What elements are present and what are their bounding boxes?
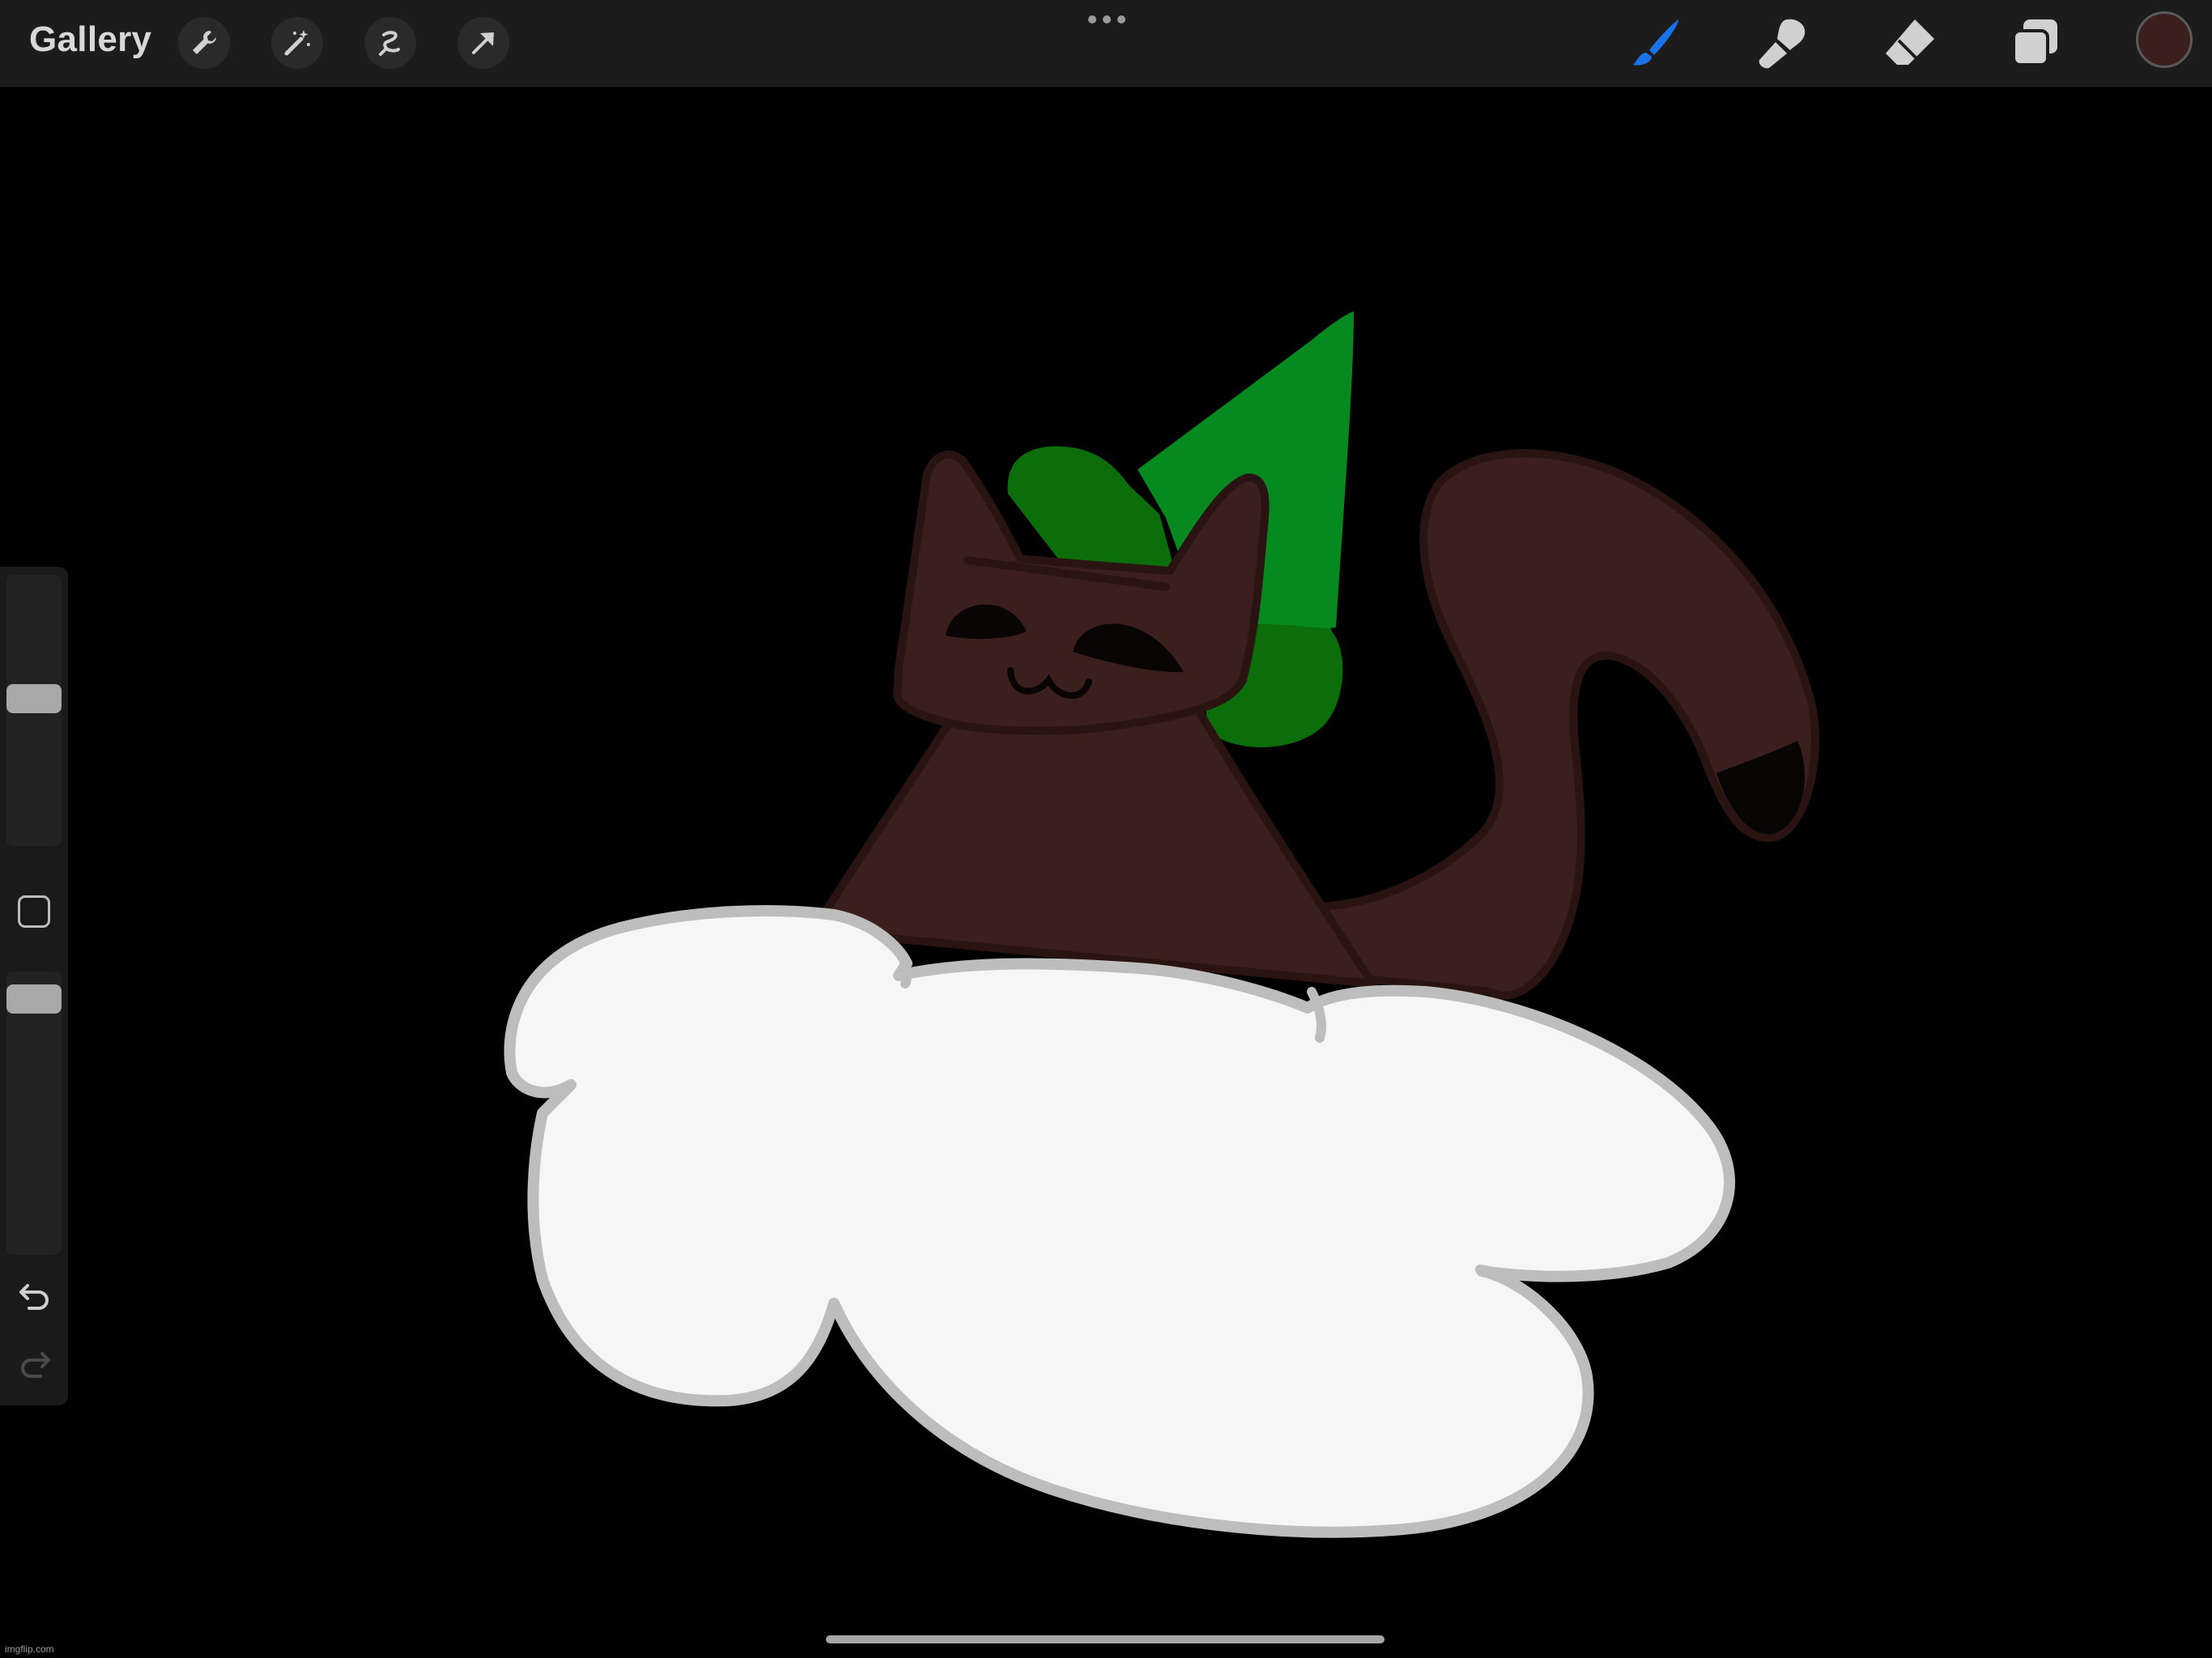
smudge-icon	[1759, 19, 1806, 69]
more-options-icon[interactable]	[1087, 11, 1127, 28]
watermark: imgflip.com	[5, 1643, 54, 1655]
magic-wand-icon	[284, 30, 310, 56]
smudge-tool-button[interactable]	[1752, 15, 1814, 71]
home-indicator[interactable]	[826, 1635, 1385, 1643]
gallery-button[interactable]: Gallery	[29, 19, 151, 60]
transform-button[interactable]	[457, 17, 509, 69]
drawing-canvas[interactable]	[0, 86, 2212, 1658]
transform-arrow-icon	[472, 32, 494, 54]
brush-icon	[1633, 19, 1678, 66]
adjustments-button[interactable]	[271, 17, 323, 69]
artwork-cat-on-cloud	[504, 312, 1819, 1538]
selection-button[interactable]	[364, 17, 416, 69]
wrench-icon	[193, 31, 216, 54]
eraser-icon	[1886, 19, 1934, 65]
paint-tool-button[interactable]	[1626, 15, 1687, 71]
layers-button[interactable]	[2005, 15, 2066, 71]
eraser-tool-button[interactable]	[1878, 15, 1940, 71]
selection-icon	[379, 31, 400, 56]
color-picker-button[interactable]	[2136, 11, 2193, 68]
actions-button[interactable]	[178, 17, 230, 69]
layers-icon	[2012, 19, 2057, 66]
top-toolbar: Gallery	[0, 0, 2212, 87]
